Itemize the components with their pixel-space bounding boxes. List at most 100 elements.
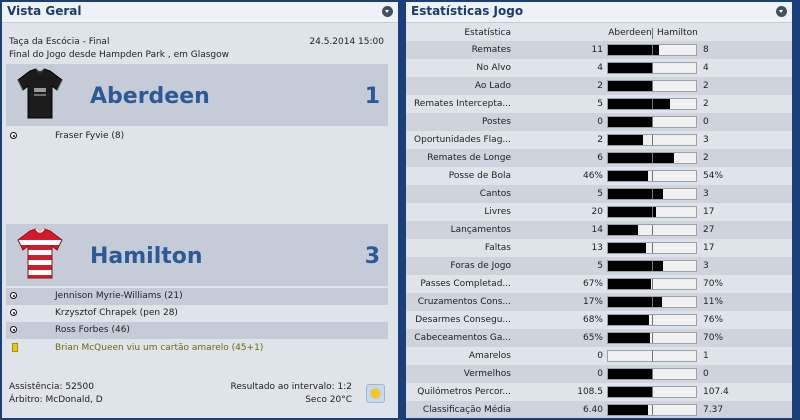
stat-midline [652,135,653,145]
stat-comparison-bar [607,386,697,398]
stat-away-value: 70% [703,279,724,289]
stat-label: Classificação Média [422,405,511,415]
away-event-text[interactable]: Jennison Myrie-Williams (21) [55,291,183,301]
stat-row: Remates Intercepta... 5 2 [406,95,792,113]
overview-menu-icon[interactable] [382,6,393,17]
stat-comparison-bar [607,224,697,236]
away-team-name[interactable]: Hamilton [90,244,203,269]
stat-midline [652,63,653,73]
stat-midline [652,369,653,379]
stat-comparison-bar [607,62,697,74]
stat-label: Livres [484,207,511,217]
stats-title: Estatísticas Jogo [411,4,524,18]
stat-home-value: 11 [591,45,603,55]
stat-row: Ao Lado 2 2 [406,77,792,95]
stat-away-value: 70% [703,333,724,343]
stat-row: Cantos 5 3 [406,185,792,203]
stat-label: No Alvo [476,63,511,73]
away-event-text[interactable]: Brian McQueen viu um cartão amarelo (45+… [55,343,263,353]
stat-midline [652,261,653,271]
ball-icon [10,326,17,333]
stat-home-value: 2 [597,81,603,91]
stat-home-fill [608,81,652,91]
stat-away-value: 1 [703,351,709,361]
stat-midline [652,117,653,127]
stat-away-value: 7.37 [703,405,724,415]
red-white-hooped-shirt-icon [17,228,63,279]
stat-label: Amarelos [468,351,511,361]
stat-comparison-bar [607,80,697,92]
stat-label: Remates [471,45,511,55]
ball-icon [10,309,17,316]
yellow-card-icon [12,343,18,352]
stats-menu-icon[interactable] [776,6,787,17]
stat-label: Cantos [479,189,511,199]
panel-divider[interactable] [399,0,405,420]
stat-row: Amarelos 0 1 [406,347,792,365]
stat-home-value: 5 [597,189,603,199]
stat-home-fill [608,153,674,163]
home-team-name[interactable]: Aberdeen [90,84,210,109]
stat-home-fill [608,135,644,145]
stat-midline [652,225,653,235]
stat-comparison-bar [607,350,697,362]
stat-midline [652,153,653,163]
stat-home-fill [608,405,649,415]
stat-comparison-bar [607,116,697,128]
stat-home-fill [608,225,638,235]
stat-label: Cruzamentos Cons... [417,297,511,307]
stat-home-value: 6.40 [582,405,603,415]
stat-row: Vermelhos 0 0 [406,365,792,383]
stat-home-value: 5 [597,261,603,271]
stat-row: Remates de Longe 6 2 [406,149,792,167]
stat-row: Cruzamentos Cons... 17% 11% [406,293,792,311]
stat-away-value: 3 [703,135,709,145]
stat-label: Desarmes Consegu... [415,315,511,325]
stat-row: Passes Completad... 67% 70% [406,275,792,293]
ball-icon [10,132,17,139]
away-event-text[interactable]: Ross Forbes (46) [55,325,130,335]
away-event-row: Ross Forbes (46) [6,322,388,339]
stat-home-fill [608,63,652,73]
stat-midline [652,387,653,397]
stat-home-fill [608,297,662,307]
stat-midline [652,189,653,199]
home-team-score: 1 [364,84,380,109]
column-separator [652,28,653,39]
stat-home-value: 46% [582,171,603,181]
stat-label: Cabeceamentos Ga... [414,333,511,343]
home-column-header[interactable]: Aberdeen [608,28,652,38]
stat-away-value: 76% [703,315,724,325]
stat-home-value: 68% [582,315,603,325]
stat-label: Passes Completad... [420,279,511,289]
stat-home-value: 4 [597,63,603,73]
stat-comparison-bar [607,98,697,110]
stat-away-value: 17 [703,207,715,217]
stat-row: Posse de Bola 46% 54% [406,167,792,185]
overview-panel: Vista Geral Taça da Escócia - Final 24.5… [2,2,398,418]
competition-label: Taça da Escócia - Final [9,37,110,47]
stat-comparison-bar [607,152,697,164]
match-window: Vista Geral Taça da Escócia - Final 24.5… [0,0,800,420]
stat-away-value: 2 [703,153,709,163]
referee-label[interactable]: Árbitro: McDonald, D [9,395,103,405]
stat-comparison-bar [607,368,697,380]
stat-home-fill [608,99,671,109]
stat-comparison-bar [607,260,697,272]
stat-column-header[interactable]: Estatística [464,28,511,38]
stat-comparison-bar [607,188,697,200]
stat-midline [652,207,653,217]
stat-midline [652,315,653,325]
stat-home-value: 14 [591,225,603,235]
stat-row: Faltas 13 17 [406,239,792,257]
away-event-text[interactable]: Krzysztof Chrapek (pen 28) [55,308,178,318]
stat-home-fill [608,207,656,217]
stat-label: Oportunidades Flag... [414,135,511,145]
stat-midline [652,333,653,343]
home-event-text[interactable]: Fraser Fyvie (8) [55,131,124,141]
stat-row: Quilómetros Percor... 108.5 107.4 [406,383,792,401]
stat-away-value: 8 [703,45,709,55]
stat-midline [652,81,653,91]
stat-label: Lançamentos [450,225,511,235]
away-column-header[interactable]: Hamilton [657,28,698,38]
